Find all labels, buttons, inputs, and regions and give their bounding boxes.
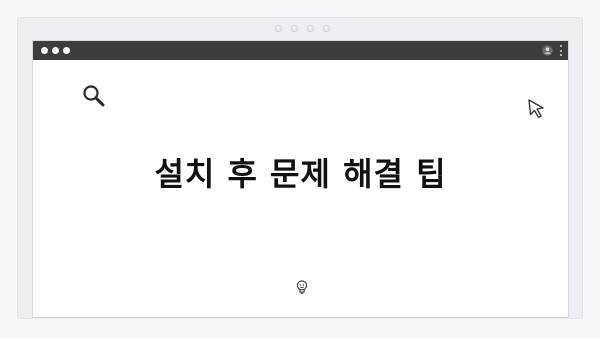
carousel-dot[interactable] [323,25,330,32]
lightbulb-icon [296,280,308,294]
profile-icon[interactable] [542,45,553,56]
more-vertical-icon[interactable] [560,45,563,56]
browser-window: 설치 후 문제 해결 팁 [32,40,569,318]
window-close-dot[interactable] [41,47,48,54]
cursor-arrow-icon [528,99,544,118]
page-title: 설치 후 문제 해결 팁 [154,155,447,193]
carousel-dot[interactable] [275,25,282,32]
search-icon[interactable] [81,83,107,109]
window-controls [41,47,70,54]
carousel-dots [275,25,330,32]
carousel-dot[interactable] [307,25,314,32]
window-minimize-dot[interactable] [52,47,59,54]
window-titlebar [33,41,568,60]
window-maximize-dot[interactable] [63,47,70,54]
carousel-dot[interactable] [291,25,298,32]
